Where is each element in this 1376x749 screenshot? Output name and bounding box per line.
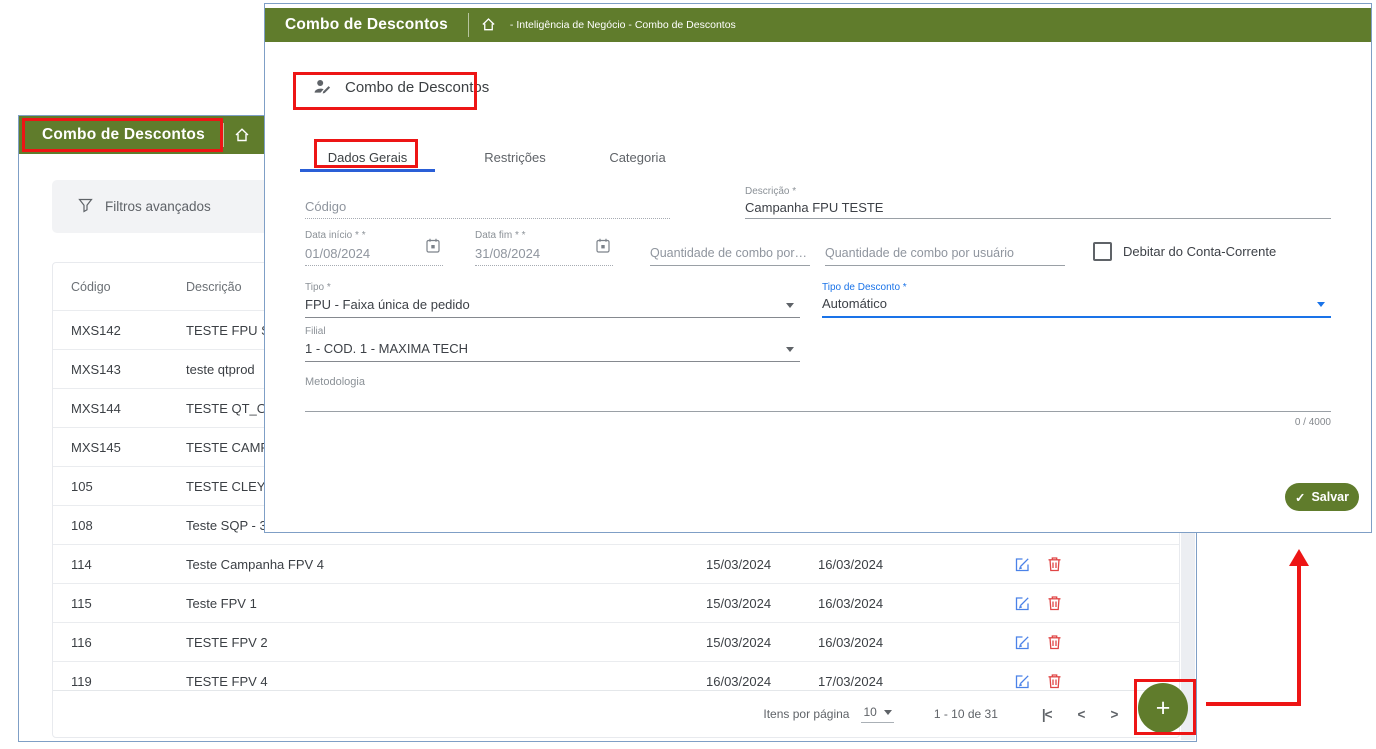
- descricao-field[interactable]: Descrição * Campanha FPU TESTE: [745, 186, 1331, 219]
- home-icon[interactable]: [481, 17, 498, 34]
- checkbox-icon: [1093, 242, 1112, 261]
- dropdown-arrow-icon: [884, 710, 892, 715]
- calendar-icon[interactable]: [426, 238, 443, 255]
- tipo-desconto-select[interactable]: Tipo de Desconto * Automático: [822, 282, 1331, 318]
- codigo-label: Código: [305, 199, 346, 214]
- annotation-arrow-head-icon: [1289, 549, 1309, 566]
- check-icon: ✓: [1295, 490, 1305, 505]
- plus-icon: +: [1156, 694, 1171, 723]
- delete-icon[interactable]: [1047, 634, 1064, 651]
- next-page-icon[interactable]: >: [1110, 707, 1117, 722]
- delete-icon[interactable]: [1047, 556, 1064, 573]
- table-row[interactable]: 116 TESTE FPV 2 15/03/2024 16/03/2024: [53, 622, 1179, 661]
- data-inicio-field[interactable]: Data início * * 01/08/2024: [305, 230, 443, 266]
- page-title: Combo de Descontos: [42, 126, 205, 144]
- filial-select[interactable]: Filial 1 - COD. 1 - MAXIMA TECH: [305, 326, 800, 362]
- edit-icon[interactable]: [1014, 595, 1031, 612]
- form-window-header: Combo de Descontos - Inteligência de Neg…: [265, 8, 1371, 42]
- delete-icon[interactable]: [1047, 595, 1064, 612]
- codigo-field[interactable]: Código: [305, 186, 670, 219]
- first-page-icon[interactable]: |<: [1042, 707, 1052, 722]
- tab-categoria[interactable]: Categoria: [585, 142, 690, 172]
- tab-dados-gerais[interactable]: Dados Gerais: [300, 142, 435, 172]
- qtd-combo-cliente-input[interactable]: Quantidade de combo por clien...: [650, 230, 810, 266]
- breadcrumb: - Inteligência de Negócio - Combo de Des…: [510, 19, 736, 31]
- header-divider: [223, 123, 224, 147]
- pagination-bar: Itens por página 10 1 - 10 de 31 |< < > …: [53, 690, 1179, 737]
- add-button[interactable]: +: [1138, 683, 1188, 733]
- prev-page-icon[interactable]: <: [1078, 707, 1085, 722]
- dropdown-arrow-icon: [786, 303, 794, 308]
- dropdown-arrow-icon: [786, 347, 794, 352]
- page-title: Combo de Descontos: [285, 16, 448, 34]
- char-counter: 0 / 4000: [305, 417, 1331, 428]
- home-icon[interactable]: [234, 127, 251, 144]
- tipo-select[interactable]: Tipo * FPU - Faixa única de pedido: [305, 282, 800, 318]
- items-per-page-label: Itens por página: [763, 707, 849, 721]
- qtd-combo-usuario-input[interactable]: Quantidade de combo por usuário: [825, 230, 1065, 266]
- person-edit-icon: [313, 78, 332, 97]
- edit-icon[interactable]: [1014, 673, 1031, 690]
- page-size-select[interactable]: 10: [861, 705, 893, 723]
- section-title: Combo de Descontos: [345, 79, 489, 96]
- annotation-arrow-horizontal: [1206, 702, 1301, 706]
- edit-icon[interactable]: [1014, 634, 1031, 651]
- table-row[interactable]: 114 Teste Campanha FPV 4 15/03/2024 16/0…: [53, 544, 1179, 583]
- active-tab-indicator: [300, 169, 435, 172]
- filter-funnel-icon: [78, 198, 95, 215]
- checkbox-label: Debitar do Conta-Corrente: [1123, 244, 1276, 259]
- table-row[interactable]: 115 Teste FPV 1 15/03/2024 16/03/2024: [53, 583, 1179, 622]
- pagination-range: 1 - 10 de 31: [934, 707, 998, 721]
- tab-restricoes[interactable]: Restrições: [460, 142, 570, 172]
- metodologia-textarea[interactable]: Metodologia: [305, 376, 1331, 412]
- data-fim-field[interactable]: Data fim * * 31/08/2024: [475, 230, 613, 266]
- form-window: Combo de Descontos - Inteligência de Neg…: [264, 3, 1372, 533]
- edit-icon[interactable]: [1014, 556, 1031, 573]
- header-divider: [468, 13, 469, 37]
- column-codigo: Código: [71, 280, 186, 294]
- dropdown-arrow-icon: [1317, 302, 1325, 307]
- advanced-filters-label: Filtros avançados: [105, 199, 211, 214]
- annotation-arrow-vertical: [1297, 565, 1301, 705]
- debitar-conta-corrente-checkbox[interactable]: Debitar do Conta-Corrente: [1093, 242, 1276, 261]
- calendar-icon[interactable]: [596, 238, 613, 255]
- delete-icon[interactable]: [1047, 673, 1064, 690]
- save-button[interactable]: ✓ Salvar: [1285, 483, 1359, 511]
